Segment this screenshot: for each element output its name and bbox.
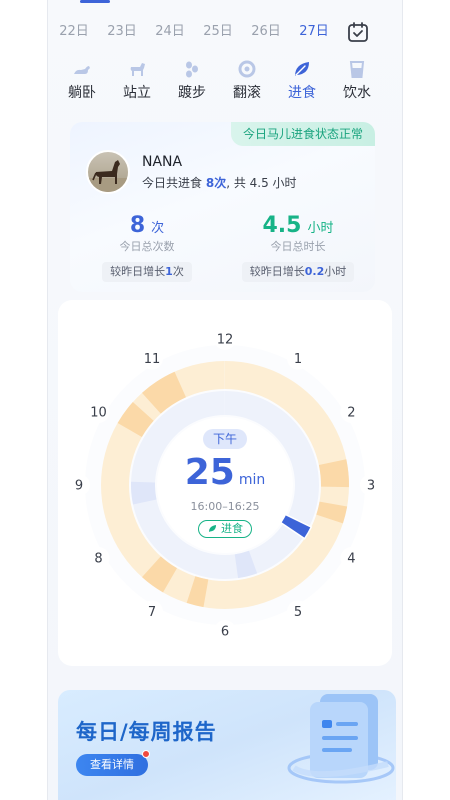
- rolling-icon: [238, 60, 256, 78]
- intake-prefix: 今日共进食: [142, 176, 203, 190]
- tab-pacing[interactable]: 踱步: [166, 56, 218, 106]
- horse-photo: [88, 160, 128, 192]
- category-tabs: 躺卧 站立 踱步 翻滚 进食 饮水: [56, 56, 386, 106]
- tab-lying-label: 躺卧: [68, 85, 96, 101]
- hour-label-1: 1: [294, 352, 302, 367]
- hour-label-2: 2: [347, 406, 355, 421]
- hour-label-9: 9: [75, 479, 83, 494]
- date-item-22[interactable]: 22日: [56, 20, 92, 44]
- tab-drinking-label: 饮水: [343, 85, 371, 101]
- leaf-icon: [295, 62, 309, 76]
- tab-eating[interactable]: 进食: [276, 56, 328, 106]
- total-count-stat: 8次 今日总次数 较昨日增长1次: [72, 212, 222, 282]
- hour-label-10: 10: [90, 406, 107, 421]
- intake-suffix: , 共 4.5 小时: [226, 176, 297, 190]
- intake-count: 8次: [205, 176, 227, 190]
- duration-compare-chip: 较昨日增长0.2小时: [241, 262, 355, 282]
- count-compare-prefix: 较昨日增长: [110, 265, 166, 278]
- activity-chip-label: 进食: [221, 522, 243, 535]
- date-item-23[interactable]: 23日: [104, 20, 140, 44]
- report-banner[interactable]: 每日/每周报告 查看详情: [58, 690, 396, 800]
- count-compare-chip: 较昨日增长1次: [102, 262, 192, 282]
- date-item-27[interactable]: 27日: [296, 20, 332, 44]
- total-count-value: 8: [129, 213, 146, 238]
- total-duration-value: 4.5: [262, 213, 302, 238]
- hour-label-7: 7: [148, 605, 156, 620]
- phone-frame-edge-right: [402, 0, 403, 800]
- selected-duration-unit: min: [238, 472, 266, 488]
- tab-standing-label: 站立: [123, 85, 151, 101]
- hour-label-12: 12: [217, 333, 234, 348]
- horse-standing-icon: [130, 63, 145, 76]
- count-compare-suffix: 次: [172, 265, 184, 278]
- horse-name: NANA: [142, 154, 183, 170]
- activity-chip: 进食: [198, 520, 252, 538]
- total-duration-unit: 小时: [307, 221, 334, 236]
- hour-label-3: 3: [367, 479, 375, 494]
- horse-avatar[interactable]: [86, 150, 130, 194]
- status-badge: 今日马儿进食状态正常: [230, 122, 375, 146]
- total-duration-caption: 今日总时长: [270, 240, 326, 253]
- water-cup-icon: [349, 61, 365, 78]
- clock-card: 12 1 2 3 4 5 6 7 8 9 10 11 下午 25 min 16:00–16:25 进食: [58, 300, 392, 666]
- view-details-button[interactable]: 查看详情: [76, 754, 148, 776]
- date-item-25[interactable]: 25日: [200, 20, 236, 44]
- duration-compare-prefix: 较昨日增长: [249, 265, 305, 278]
- top-indicator: [80, 0, 110, 3]
- hour-label-4: 4: [347, 552, 355, 567]
- tab-rolling[interactable]: 翻滚: [221, 56, 273, 106]
- total-duration-stat: 4.5 小时 今日总时长 较昨日增长0.2小时: [223, 212, 373, 282]
- notification-dot: [142, 750, 150, 758]
- period-chip: 下午: [202, 429, 247, 449]
- clock-center: 下午 25 min 16:00–16:25 进食: [150, 428, 300, 538]
- duration-compare-suffix: 小时: [324, 265, 347, 278]
- tab-lying[interactable]: 躺卧: [56, 56, 108, 106]
- hoofprints-icon: [186, 61, 198, 78]
- hour-label-8: 8: [94, 552, 102, 567]
- tab-rolling-label: 翻滚: [233, 85, 261, 101]
- tab-drinking[interactable]: 饮水: [331, 56, 383, 106]
- summary-card: 今日马儿进食状态正常 NANA 今日共进食 8次, 共 4.5 小时 8次 今日…: [70, 122, 375, 292]
- intake-summary: 今日共进食 8次, 共 4.5 小时: [142, 174, 297, 191]
- report-title: 每日/每周报告: [76, 720, 217, 744]
- hour-label-11: 11: [144, 352, 161, 367]
- tab-standing[interactable]: 站立: [111, 56, 163, 106]
- selected-duration: 25: [184, 452, 235, 493]
- total-count-caption: 今日总次数: [119, 240, 175, 253]
- total-count-unit: 次: [151, 221, 165, 236]
- duration-compare-value: 0.2: [304, 265, 325, 278]
- hour-label-5: 5: [294, 605, 302, 620]
- selected-time-range: 16:00–16:25: [190, 500, 260, 513]
- calendar-icon[interactable]: [347, 21, 369, 43]
- leaf-icon: [209, 525, 216, 532]
- date-item-24[interactable]: 24日: [152, 20, 188, 44]
- date-selector: 22日 23日 24日 25日 26日 27日: [56, 20, 386, 44]
- tab-eating-label: 进食: [288, 85, 316, 101]
- horse-lying-icon: [74, 66, 90, 74]
- tab-pacing-label: 踱步: [178, 85, 206, 101]
- report-document-icon: [287, 694, 395, 784]
- hour-label-6: 6: [221, 625, 229, 640]
- count-compare-value: 1: [165, 265, 173, 278]
- date-item-26[interactable]: 26日: [248, 20, 284, 44]
